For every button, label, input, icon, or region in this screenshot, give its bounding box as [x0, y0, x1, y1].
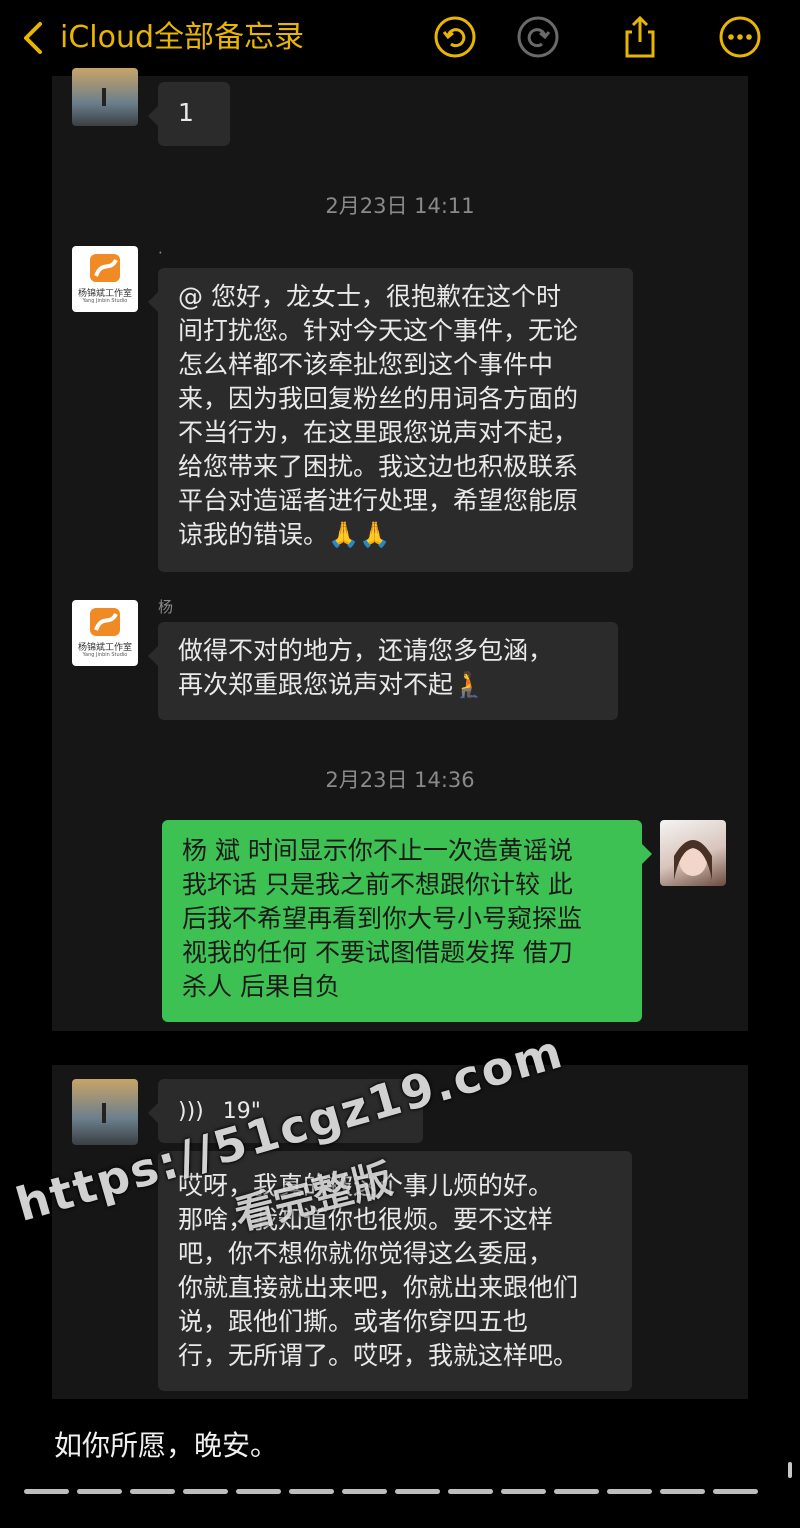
studio-avatar: 杨锦斌工作室 Yang Jinbin Studio	[72, 600, 138, 666]
message-text: 1	[178, 98, 194, 127]
message-bubble: @ 您好，龙女士，很抱歉在这个时 间打扰您。针对今天这个事件，无论 怎么样都不该…	[148, 268, 633, 572]
more-button[interactable]	[717, 14, 763, 60]
message-line: 做得不对的地方，还请您多包涵，	[178, 636, 554, 665]
chevron-left-icon	[24, 22, 42, 54]
timestamp: 2月23日 14:11	[325, 194, 475, 218]
share-button[interactable]	[617, 14, 663, 60]
share-icon	[625, 15, 655, 58]
sender-name: ·	[158, 244, 163, 262]
studio-logo-subtext: Yang Jinbin Studio	[82, 652, 128, 658]
message-line: 不当行为，在这里跟您说声对不起，	[178, 418, 579, 447]
note-body-text[interactable]: 如你所愿，晚安。	[54, 1424, 278, 1464]
message-line: 后我不希望再看到你大号小号窥探监	[182, 904, 583, 933]
message-line: 杨 斌 时间显示你不止一次造黄谣说	[182, 836, 573, 865]
message-line: 再次郑重跟您说声对不起🧎	[178, 670, 485, 699]
message-line: 平台对造谣者进行处理，希望您能原	[178, 486, 579, 515]
back-label[interactable]: iCloud全部备忘录	[60, 18, 304, 58]
timestamp: 2月23日 14:36	[325, 768, 475, 792]
redo-icon	[517, 16, 559, 58]
voice-wave-icon: )))	[178, 1099, 204, 1124]
message-line: 给您带来了困扰。我这边也积极联系	[178, 452, 579, 481]
navigation-bar: iCloud全部备忘录	[0, 0, 800, 76]
user-avatar	[72, 1079, 138, 1145]
message-line: 谅我的错误。🙏🙏	[178, 520, 391, 549]
back-button[interactable]	[18, 18, 48, 58]
transcript-line: 行，无所谓了。哎呀，我就这样吧。	[178, 1341, 579, 1370]
undo-button[interactable]	[432, 14, 478, 60]
studio-avatar: 杨锦斌工作室 Yang Jinbin Studio	[72, 246, 138, 312]
message-bubble-sent: 杨 斌 时间显示你不止一次造黄谣说 我坏话 只是我之前不想跟你计较 此 后我不希…	[162, 820, 652, 1022]
message-bubble: 做得不对的地方，还请您多包涵， 再次郑重跟您说声对不起🧎	[148, 622, 618, 720]
message-line: 我坏话 只是我之前不想跟你计较 此	[182, 870, 573, 899]
undo-icon	[434, 16, 476, 58]
studio-logo-subtext: Yang Jinbin Studio	[82, 298, 128, 304]
message-line: 视我的任何 不要试图借题发挥 借刀	[182, 938, 573, 967]
message-line: 来，因为我回复粉丝的用词各方面的	[178, 384, 579, 413]
scrollbar[interactable]	[788, 1462, 792, 1478]
chat-screenshot-1: 1 2月23日 14:11 · 杨锦斌工作室 Yang Jinbin Studi…	[52, 68, 748, 1031]
divider-dashes	[24, 1489, 758, 1494]
more-icon	[719, 16, 761, 58]
message-line: 间打扰您。针对今天这个事件，无论	[178, 316, 579, 345]
message-line: 怎么样都不该牵扯您到这个事件中	[178, 350, 554, 379]
message-line: @ 您好，龙女士，很抱歉在这个时	[178, 282, 561, 311]
redo-button[interactable]	[515, 14, 561, 60]
user-avatar	[72, 68, 138, 126]
transcript-line: 你就直接就出来吧，你就出来跟他们	[178, 1273, 579, 1302]
sender-name: 杨	[158, 598, 174, 616]
transcript-line: 吧，你不想你就你觉得这么委屈，	[178, 1239, 554, 1268]
sender-avatar	[660, 820, 726, 886]
message-line: 杀人 后果自负	[182, 972, 340, 1001]
message-bubble: 1	[148, 82, 230, 146]
transcript-line: 说，跟他们撕。或者你穿四五也	[178, 1307, 529, 1336]
